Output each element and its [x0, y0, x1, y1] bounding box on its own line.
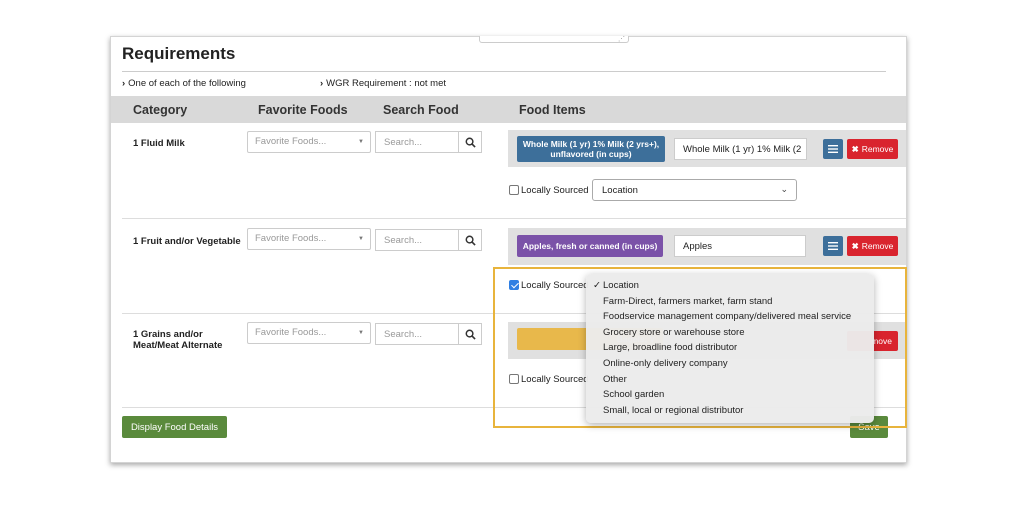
food-item-badge[interactable]: Apples, fresh or canned (in cups) [517, 235, 663, 257]
header-food-items: Food Items [519, 103, 586, 117]
divider [122, 71, 886, 72]
food-item-input[interactable]: Whole Milk (1 yr) 1% Milk (2 [674, 138, 807, 160]
search-button[interactable] [458, 323, 482, 345]
category-label: 1 Fruit and/or Vegetable [133, 236, 241, 247]
location-value: Location [602, 185, 638, 196]
dropdown-option[interactable]: Farm-Direct, farmers market, farm stand [586, 295, 874, 311]
category-label: 1 Grains and/or Meat/Meat Alternate [133, 329, 222, 351]
caret-down-icon: ▼ [358, 236, 364, 242]
dropdown-option[interactable]: Foodservice management company/delivered… [586, 310, 874, 326]
resize-grip-icon: ⋰ [618, 36, 625, 43]
dropdown-option-label: Other [603, 373, 627, 385]
dropdown-option-label: Farm-Direct, farmers market, farm stand [603, 295, 773, 307]
dropdown-option[interactable]: Large, broadline food distributor [586, 341, 874, 357]
requirement-toggle-wgr[interactable]: › WGR Requirement : not met [320, 78, 446, 89]
location-select[interactable]: Location ⌄ [592, 179, 797, 201]
chevron-down-icon: ⌄ [780, 184, 788, 194]
category-line: 1 Grains and/or [133, 329, 203, 340]
dropdown-option[interactable]: ✓ Location [586, 279, 874, 295]
chevron-right-icon: › [122, 78, 126, 89]
dropdown-option[interactable]: Grocery store or warehouse store [586, 326, 874, 342]
search-input[interactable]: Search... [375, 229, 459, 251]
search-input[interactable]: Search... [375, 323, 459, 345]
page-title: Requirements [122, 44, 236, 63]
table-header [111, 96, 906, 123]
dropdown-option-label: Small, local or regional distributor [603, 404, 744, 416]
locally-sourced-checkbox[interactable] [509, 185, 519, 195]
top-textarea-edge: ⋰ [479, 36, 629, 43]
remove-button[interactable]: ✖ Remove [847, 139, 898, 159]
favorite-foods-placeholder: Favorite Foods... [255, 233, 327, 244]
close-icon: ✖ [851, 143, 859, 154]
menu-lines-icon [828, 242, 838, 250]
caret-down-icon: ▼ [358, 139, 364, 145]
category-line: Meat/Meat Alternate [133, 340, 223, 351]
remove-label: Remove [861, 241, 894, 251]
caret-down-icon: ▼ [358, 330, 364, 336]
dropdown-option[interactable]: School garden [586, 388, 874, 404]
details-button[interactable] [823, 236, 843, 256]
search-button[interactable] [458, 229, 482, 251]
header-search-food: Search Food [383, 103, 459, 117]
details-button[interactable] [823, 139, 843, 159]
search-input[interactable]: Search... [375, 131, 459, 153]
display-food-details-button[interactable]: Display Food Details [122, 416, 227, 438]
dropdown-option-label: Large, broadline food distributor [603, 342, 738, 354]
locally-sourced-label: Locally Sourced [521, 185, 589, 196]
location-dropdown-menu[interactable]: ✓ Location Farm-Direct, farmers market, fa… [586, 274, 874, 423]
dropdown-option-label: Grocery store or warehouse store [603, 326, 745, 338]
food-item-badge[interactable]: Whole Milk (1 yr) 1% Milk (2 yrs+), unfl… [517, 136, 665, 162]
checkmark-icon: ✓ [593, 280, 601, 291]
remove-button[interactable]: ✖ Remove [847, 236, 898, 256]
search-icon [465, 235, 476, 246]
dropdown-option-label: Foodservice management company/delivered… [603, 311, 852, 323]
dropdown-option-label: Location [603, 280, 639, 291]
chevron-right-icon: › [320, 78, 324, 89]
dropdown-option[interactable]: Other [586, 373, 874, 389]
search-button[interactable] [458, 131, 482, 153]
dropdown-option-label: School garden [603, 389, 665, 401]
requirement-label: WGR Requirement : not met [326, 78, 447, 89]
favorite-foods-select[interactable]: Favorite Foods... ▼ [247, 322, 371, 344]
favorite-foods-placeholder: Favorite Foods... [255, 327, 327, 338]
favorite-foods-placeholder: Favorite Foods... [255, 136, 327, 147]
remove-label: Remove [861, 144, 894, 154]
food-item-input[interactable]: Apples [674, 235, 806, 257]
header-favorite-foods: Favorite Foods [258, 103, 348, 117]
category-label: 1 Fluid Milk [133, 138, 185, 149]
dropdown-option[interactable]: Small, local or regional distributor [586, 404, 874, 420]
search-icon [465, 329, 476, 340]
close-icon: ✖ [851, 240, 859, 251]
requirement-label: One of each of the following [128, 78, 246, 89]
header-category: Category [133, 103, 188, 117]
favorite-foods-select[interactable]: Favorite Foods... ▼ [247, 131, 371, 153]
dropdown-option-label: Online-only delivery company [603, 357, 728, 369]
favorite-foods-select[interactable]: Favorite Foods... ▼ [247, 228, 371, 250]
dropdown-option[interactable]: Online-only delivery company [586, 357, 874, 373]
search-icon [465, 137, 476, 148]
menu-lines-icon [828, 145, 838, 153]
requirement-toggle-each[interactable]: › One of each of the following [122, 78, 246, 89]
row-divider [122, 218, 906, 219]
